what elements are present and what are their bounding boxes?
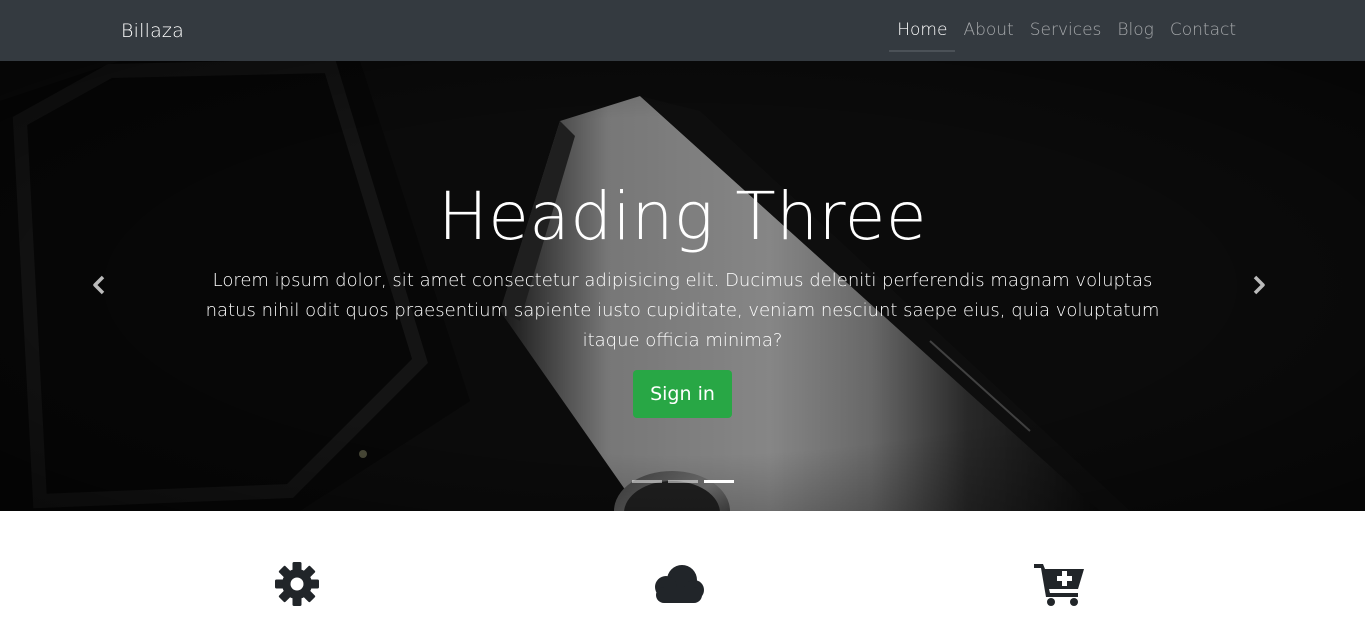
carousel-indicator-2[interactable] [667, 480, 698, 483]
chevron-left-icon [93, 275, 105, 295]
brand-logo[interactable]: Billaza [121, 20, 184, 42]
carousel-prev-button[interactable] [87, 273, 111, 297]
sign-in-button[interactable]: Sign in [633, 369, 732, 418]
feature-item [648, 561, 708, 611]
nav-link-services[interactable]: Services [1022, 10, 1110, 52]
navbar: Billaza Home About Services Blog Contact [0, 0, 1365, 61]
carousel-indicators [0, 480, 1365, 483]
nav-link-about[interactable]: About [955, 10, 1021, 52]
carousel-indicator-1[interactable] [631, 480, 662, 483]
carousel-indicator-3[interactable] [703, 480, 734, 483]
nav-link-home[interactable]: Home [889, 10, 956, 52]
features-section [0, 511, 1365, 624]
carousel-caption: Heading Three Lorem ipsum dolor, sit ame… [0, 178, 1365, 418]
feature-item [1030, 561, 1090, 611]
carousel-text: Lorem ipsum dolor, sit amet consectetur … [205, 269, 1160, 351]
nav-link-blog[interactable]: Blog [1109, 10, 1161, 52]
gear-icon [275, 562, 319, 606]
hero-carousel: Heading Three Lorem ipsum dolor, sit ame… [0, 61, 1365, 511]
nav-links: Home About Services Blog Contact [889, 10, 1244, 52]
feature-item [267, 561, 327, 611]
nav-link-contact[interactable]: Contact [1162, 10, 1244, 52]
cart-plus-icon [1034, 564, 1084, 606]
chevron-right-icon [1253, 275, 1265, 295]
carousel-next-button[interactable] [1247, 273, 1271, 297]
carousel-heading: Heading Three [438, 178, 927, 255]
cloud-icon [655, 565, 704, 603]
